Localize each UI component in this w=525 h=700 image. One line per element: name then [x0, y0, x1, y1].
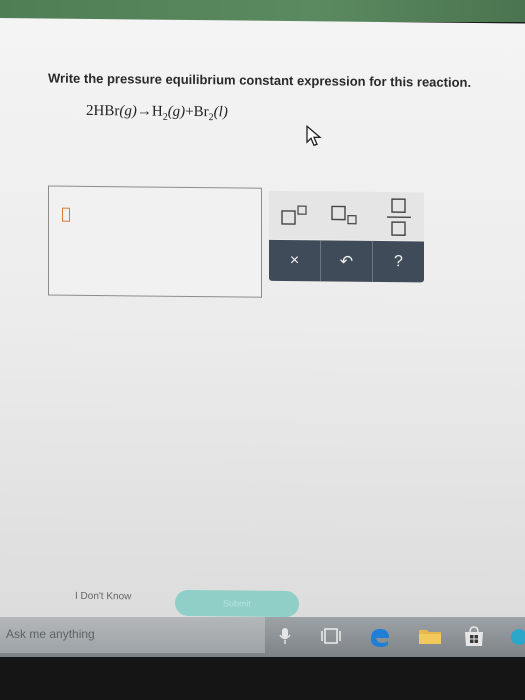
- reaction-equation: 2HBr(g)→H2(g)+Br2(l): [86, 103, 228, 123]
- superscript-template-icon[interactable]: [279, 203, 315, 227]
- product2-formula: Br: [193, 104, 209, 121]
- input-caret: [62, 207, 70, 222]
- plus-sign: +: [185, 103, 194, 121]
- task-view-icon[interactable]: [320, 626, 342, 646]
- store-icon[interactable]: [462, 626, 486, 648]
- help-button[interactable]: ?: [373, 241, 424, 283]
- microphone-icon[interactable]: [278, 626, 292, 646]
- monitor-bezel: [0, 657, 525, 700]
- reaction-coefficient: 2: [86, 102, 94, 119]
- question-prompt: Write the pressure equilibrium constant …: [48, 70, 472, 90]
- template-row: [269, 190, 424, 241]
- clear-button[interactable]: ×: [269, 239, 321, 282]
- answer-input[interactable]: [48, 185, 262, 298]
- undo-button[interactable]: ↶: [321, 240, 373, 282]
- app-icon[interactable]: [508, 626, 525, 648]
- reactant-state: (g): [119, 103, 137, 120]
- edge-browser-icon[interactable]: [368, 626, 392, 648]
- action-row: × ↶ ?: [269, 239, 424, 283]
- product1-formula: H: [151, 103, 163, 120]
- question-panel: Write the pressure equilibrium constant …: [0, 18, 525, 624]
- windows-taskbar: Ask me anything: [0, 617, 525, 657]
- subscript-template-icon[interactable]: [329, 203, 365, 227]
- submit-button[interactable]: Submit: [175, 589, 299, 618]
- reaction-arrow: →: [136, 103, 152, 120]
- product1-state: (g): [167, 103, 186, 120]
- product2-state: (l): [213, 104, 228, 121]
- math-palette: × ↶ ?: [269, 190, 424, 283]
- cortana-search-box[interactable]: Ask me anything: [0, 617, 265, 653]
- fraction-template-icon[interactable]: [381, 196, 417, 238]
- mouse-cursor-icon: [306, 125, 322, 147]
- dont-know-link[interactable]: I Don't Know: [75, 591, 131, 603]
- file-explorer-icon[interactable]: [418, 626, 442, 646]
- search-placeholder: Ask me anything: [6, 627, 95, 641]
- reactant-formula: HBr: [93, 102, 120, 120]
